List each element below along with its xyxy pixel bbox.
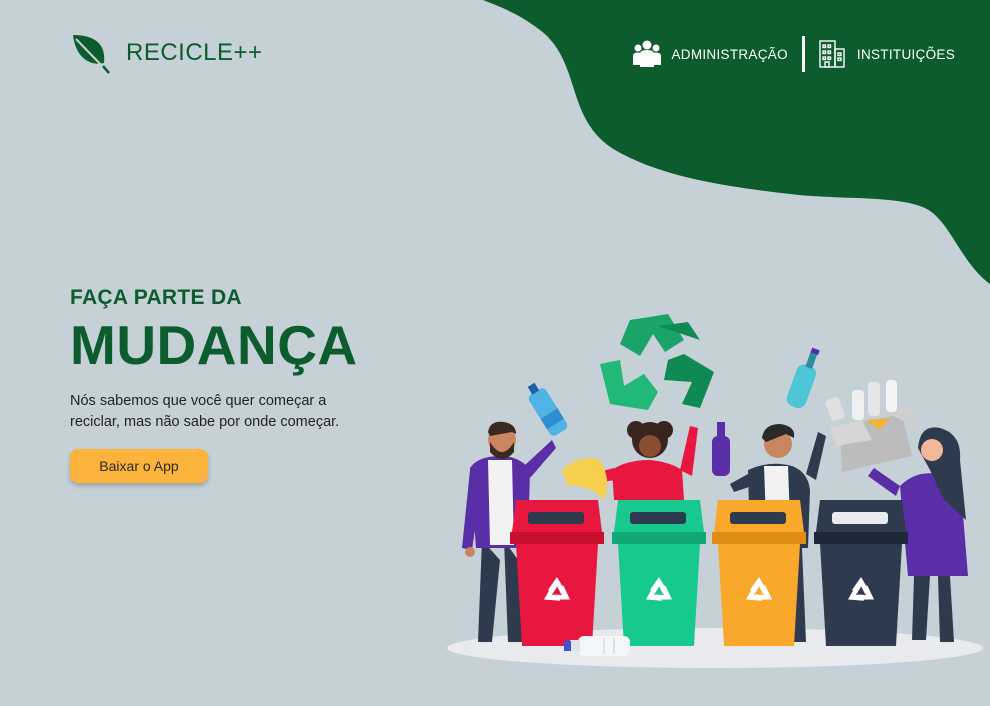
nav-item-instituicoes[interactable]: INSTITUIÇÕES: [817, 39, 955, 69]
person-center-left: [562, 421, 698, 500]
nav-divider: [801, 36, 805, 72]
nav-label-administracao: ADMINISTRAÇÃO: [671, 46, 788, 62]
cardboard-box: [825, 380, 916, 472]
building-icon: [819, 40, 845, 68]
brand-name: RECICLE++: [126, 39, 263, 66]
hero-subtitle: FAÇA PARTE DA: [70, 286, 242, 309]
bin-green: [612, 500, 706, 646]
bin-red: [510, 500, 604, 646]
nav-label-instituicoes: INSTITUIÇÕES: [856, 46, 955, 62]
big-recycle-icon: [600, 314, 714, 410]
top-nav: ADMINISTRAÇÃO INSTITUIÇÕES: [633, 36, 955, 72]
bin-yellow: [712, 500, 806, 646]
leaf-icon: [73, 35, 110, 74]
hero-section: FAÇA PARTE DA MUDANÇA Nós sabemos que vo…: [70, 286, 370, 484]
brand-logo[interactable]: RECICLE++: [70, 32, 263, 74]
hero-description: Nós sabemos que você quer começar a reci…: [70, 393, 340, 431]
download-app-button[interactable]: Baixar o App: [70, 449, 208, 484]
nav-item-administracao[interactable]: ADMINISTRAÇÃO: [633, 39, 788, 69]
recycling-illustration: [447, 314, 983, 668]
bin-dark: [814, 500, 908, 646]
hero-title: MUDANÇA: [70, 314, 358, 376]
people-icon: [633, 40, 662, 67]
